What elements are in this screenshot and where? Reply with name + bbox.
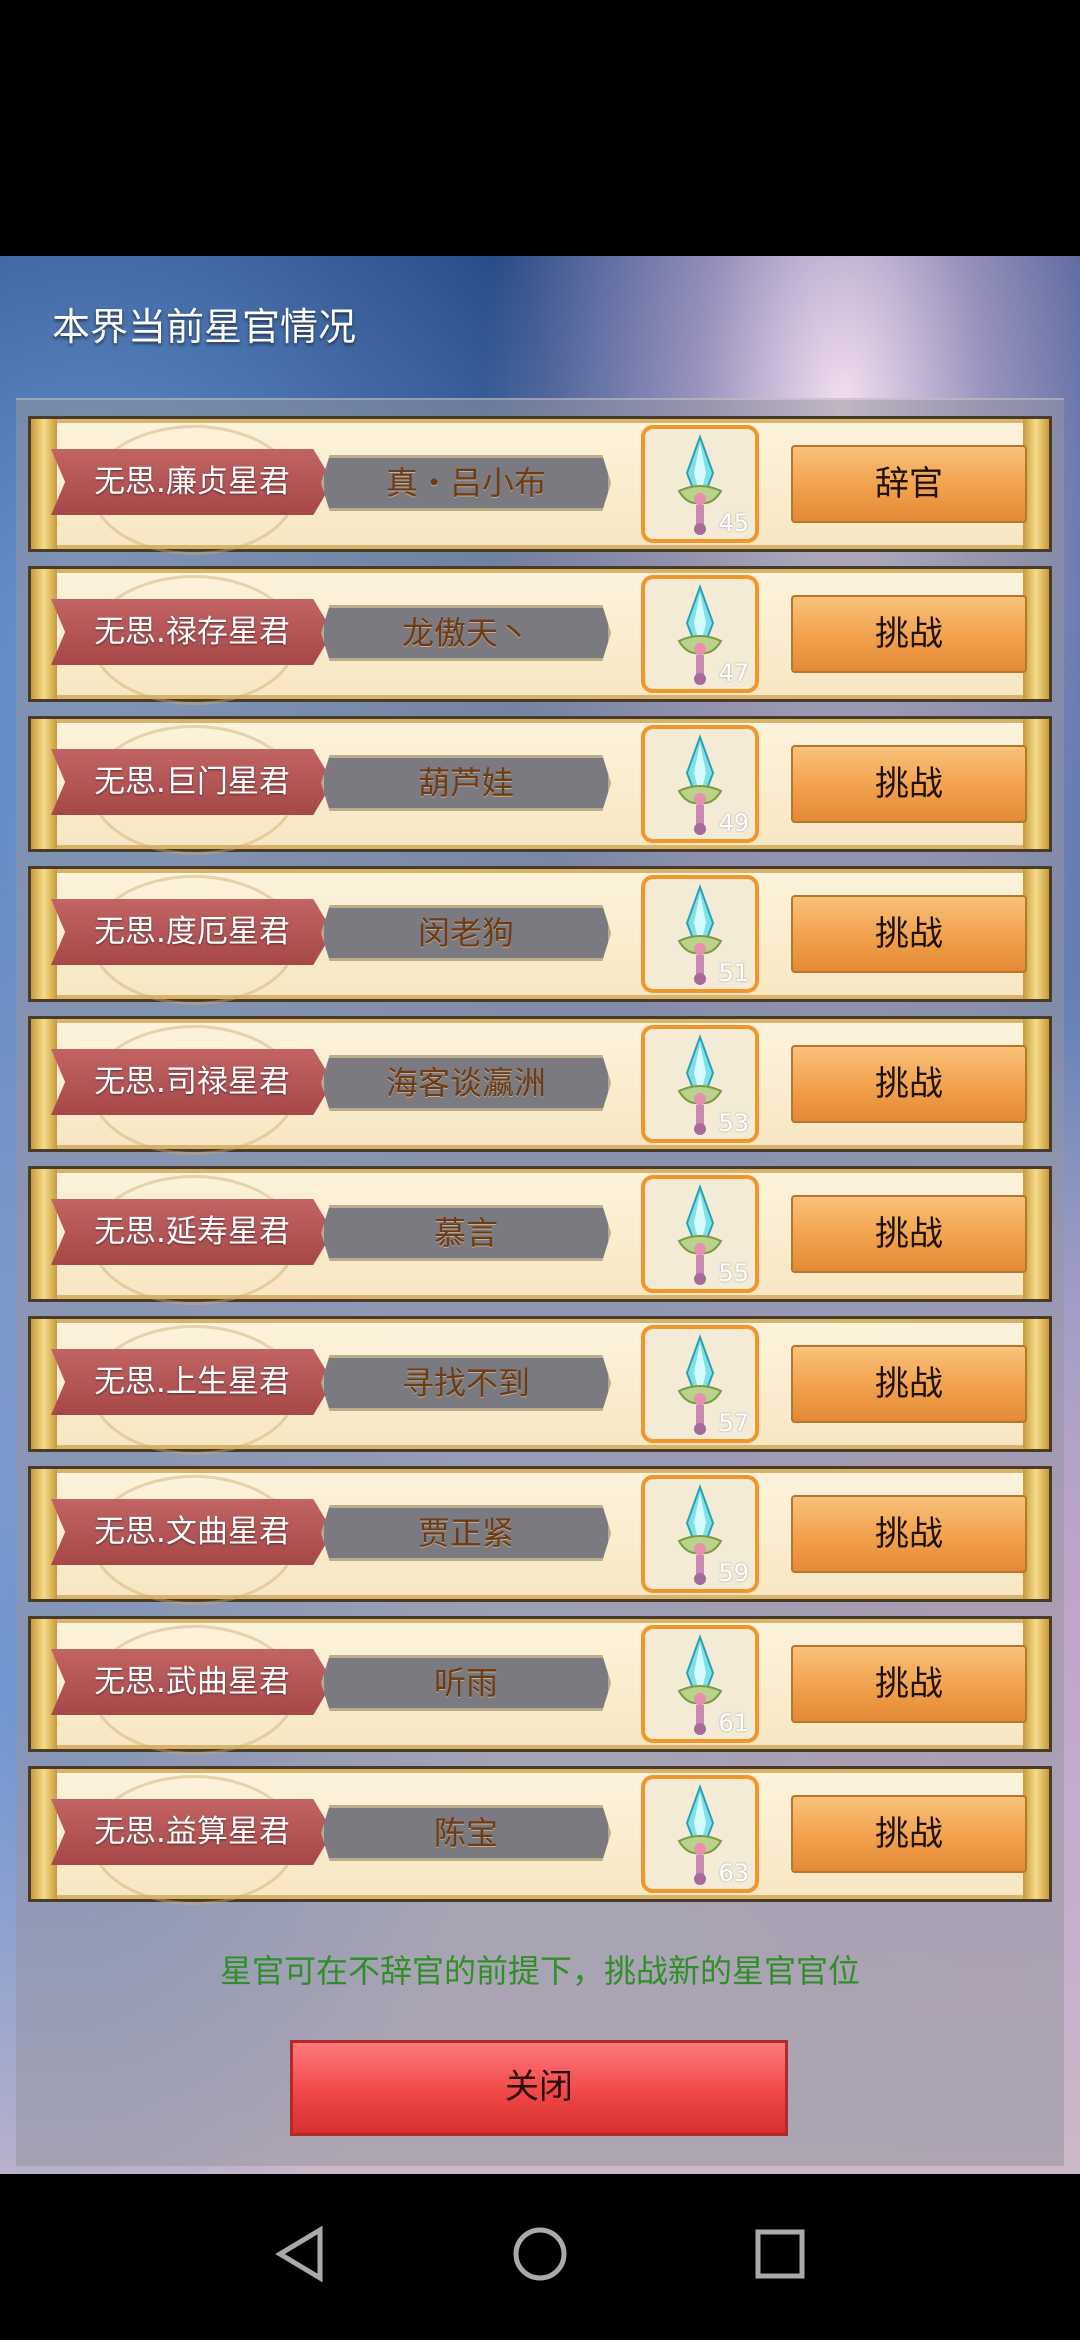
official-row: 无思.司禄星君 海客谈瀛洲 53 挑战 (28, 1016, 1052, 1155)
official-title: 无思.上生星君 (51, 1349, 333, 1415)
official-title: 无思.武曲星君 (51, 1649, 333, 1715)
official-title: 无思.延寿星君 (51, 1199, 333, 1265)
reward-item[interactable]: 49 (641, 725, 759, 843)
official-row: 无思.度厄星君 闵老狗 51 挑战 (28, 866, 1052, 1005)
item-level: 63 (718, 1859, 749, 1887)
item-level: 45 (718, 509, 749, 537)
challenge-button[interactable]: 挑战 (791, 895, 1027, 973)
official-title: 无思.司禄星君 (51, 1049, 333, 1115)
item-level: 61 (718, 1709, 749, 1737)
official-title: 无思.禄存星君 (51, 599, 333, 665)
challenge-button[interactable]: 挑战 (791, 745, 1027, 823)
frame-edge-left (31, 719, 57, 849)
page-title: 本界当前星官情况 (52, 305, 357, 349)
item-level: 49 (718, 809, 749, 837)
hint-text: 星官可在不辞官的前提下，挑战新的星官官位 (219, 1952, 860, 1990)
item-level: 59 (718, 1559, 749, 1587)
holder-name: 寻找不到 (321, 1355, 611, 1411)
official-row: 无思.文曲星君 贾正紧 59 挑战 (28, 1466, 1052, 1605)
reward-item[interactable]: 53 (641, 1025, 759, 1143)
item-level: 55 (718, 1259, 749, 1287)
frame-edge-left (31, 869, 57, 999)
holder-name: 慕言 (321, 1205, 611, 1261)
frame-edge-left (31, 1169, 57, 1299)
frame-edge-left (31, 1769, 57, 1899)
official-title: 无思.益算星君 (51, 1799, 333, 1865)
official-title: 无思.文曲星君 (51, 1499, 333, 1565)
official-row: 无思.武曲星君 听雨 61 挑战 (28, 1616, 1052, 1755)
frame-edge-left (31, 1319, 57, 1449)
holder-name: 听雨 (321, 1655, 611, 1711)
frame-edge-left (31, 1019, 57, 1149)
reward-item[interactable]: 63 (641, 1775, 759, 1893)
holder-name: 陈宝 (321, 1805, 611, 1861)
challenge-button[interactable]: 挑战 (791, 1345, 1027, 1423)
official-row: 无思.巨门星君 葫芦娃 49 挑战 (28, 716, 1052, 855)
official-row: 无思.延寿星君 慕言 55 挑战 (28, 1166, 1052, 1305)
challenge-button[interactable]: 挑战 (791, 1195, 1027, 1273)
recents-square-icon[interactable] (752, 2224, 808, 2284)
official-title: 无思.度厄星君 (51, 899, 333, 965)
official-row: 无思.益算星君 陈宝 63 挑战 (28, 1766, 1052, 1905)
frame-edge-left (31, 1469, 57, 1599)
status-bar-area (0, 0, 1080, 256)
official-row: 无思.上生星君 寻找不到 57 挑战 (28, 1316, 1052, 1455)
official-title: 无思.巨门星君 (51, 749, 333, 815)
item-level: 57 (718, 1409, 749, 1437)
back-triangle-icon[interactable] (272, 2224, 328, 2284)
item-level: 53 (718, 1109, 749, 1137)
frame-edge-left (31, 419, 57, 549)
challenge-button[interactable]: 挑战 (791, 1795, 1027, 1873)
official-row: 无思.廉贞星君 真・吕小布 45 辞官 (28, 416, 1052, 555)
official-row: 无思.禄存星君 龙傲天丶 47 挑战 (28, 566, 1052, 705)
reward-item[interactable]: 45 (641, 425, 759, 543)
reward-item[interactable]: 55 (641, 1175, 759, 1293)
frame-edge-left (31, 1619, 57, 1749)
challenge-button[interactable]: 挑战 (791, 1645, 1027, 1723)
reward-item[interactable]: 59 (641, 1475, 759, 1593)
reward-item[interactable]: 47 (641, 575, 759, 693)
holder-name: 贾正紧 (321, 1505, 611, 1561)
holder-name: 闵老狗 (321, 905, 611, 961)
holder-name: 葫芦娃 (321, 755, 611, 811)
item-level: 51 (718, 959, 749, 987)
challenge-button[interactable]: 挑战 (791, 1495, 1027, 1573)
item-level: 47 (718, 659, 749, 687)
holder-name: 真・吕小布 (321, 455, 611, 511)
resign-button[interactable]: 辞官 (791, 445, 1027, 523)
reward-item[interactable]: 57 (641, 1325, 759, 1443)
challenge-button[interactable]: 挑战 (791, 1045, 1027, 1123)
frame-edge-left (31, 569, 57, 699)
home-circle-icon[interactable] (510, 2224, 570, 2284)
system-nav-bar (0, 2174, 1080, 2340)
challenge-button[interactable]: 挑战 (791, 595, 1027, 673)
holder-name: 海客谈瀛洲 (321, 1055, 611, 1111)
reward-item[interactable]: 51 (641, 875, 759, 993)
reward-item[interactable]: 61 (641, 1625, 759, 1743)
holder-name: 龙傲天丶 (321, 605, 611, 661)
close-button[interactable]: 关闭 (290, 2040, 788, 2136)
official-title: 无思.廉贞星君 (51, 449, 333, 515)
